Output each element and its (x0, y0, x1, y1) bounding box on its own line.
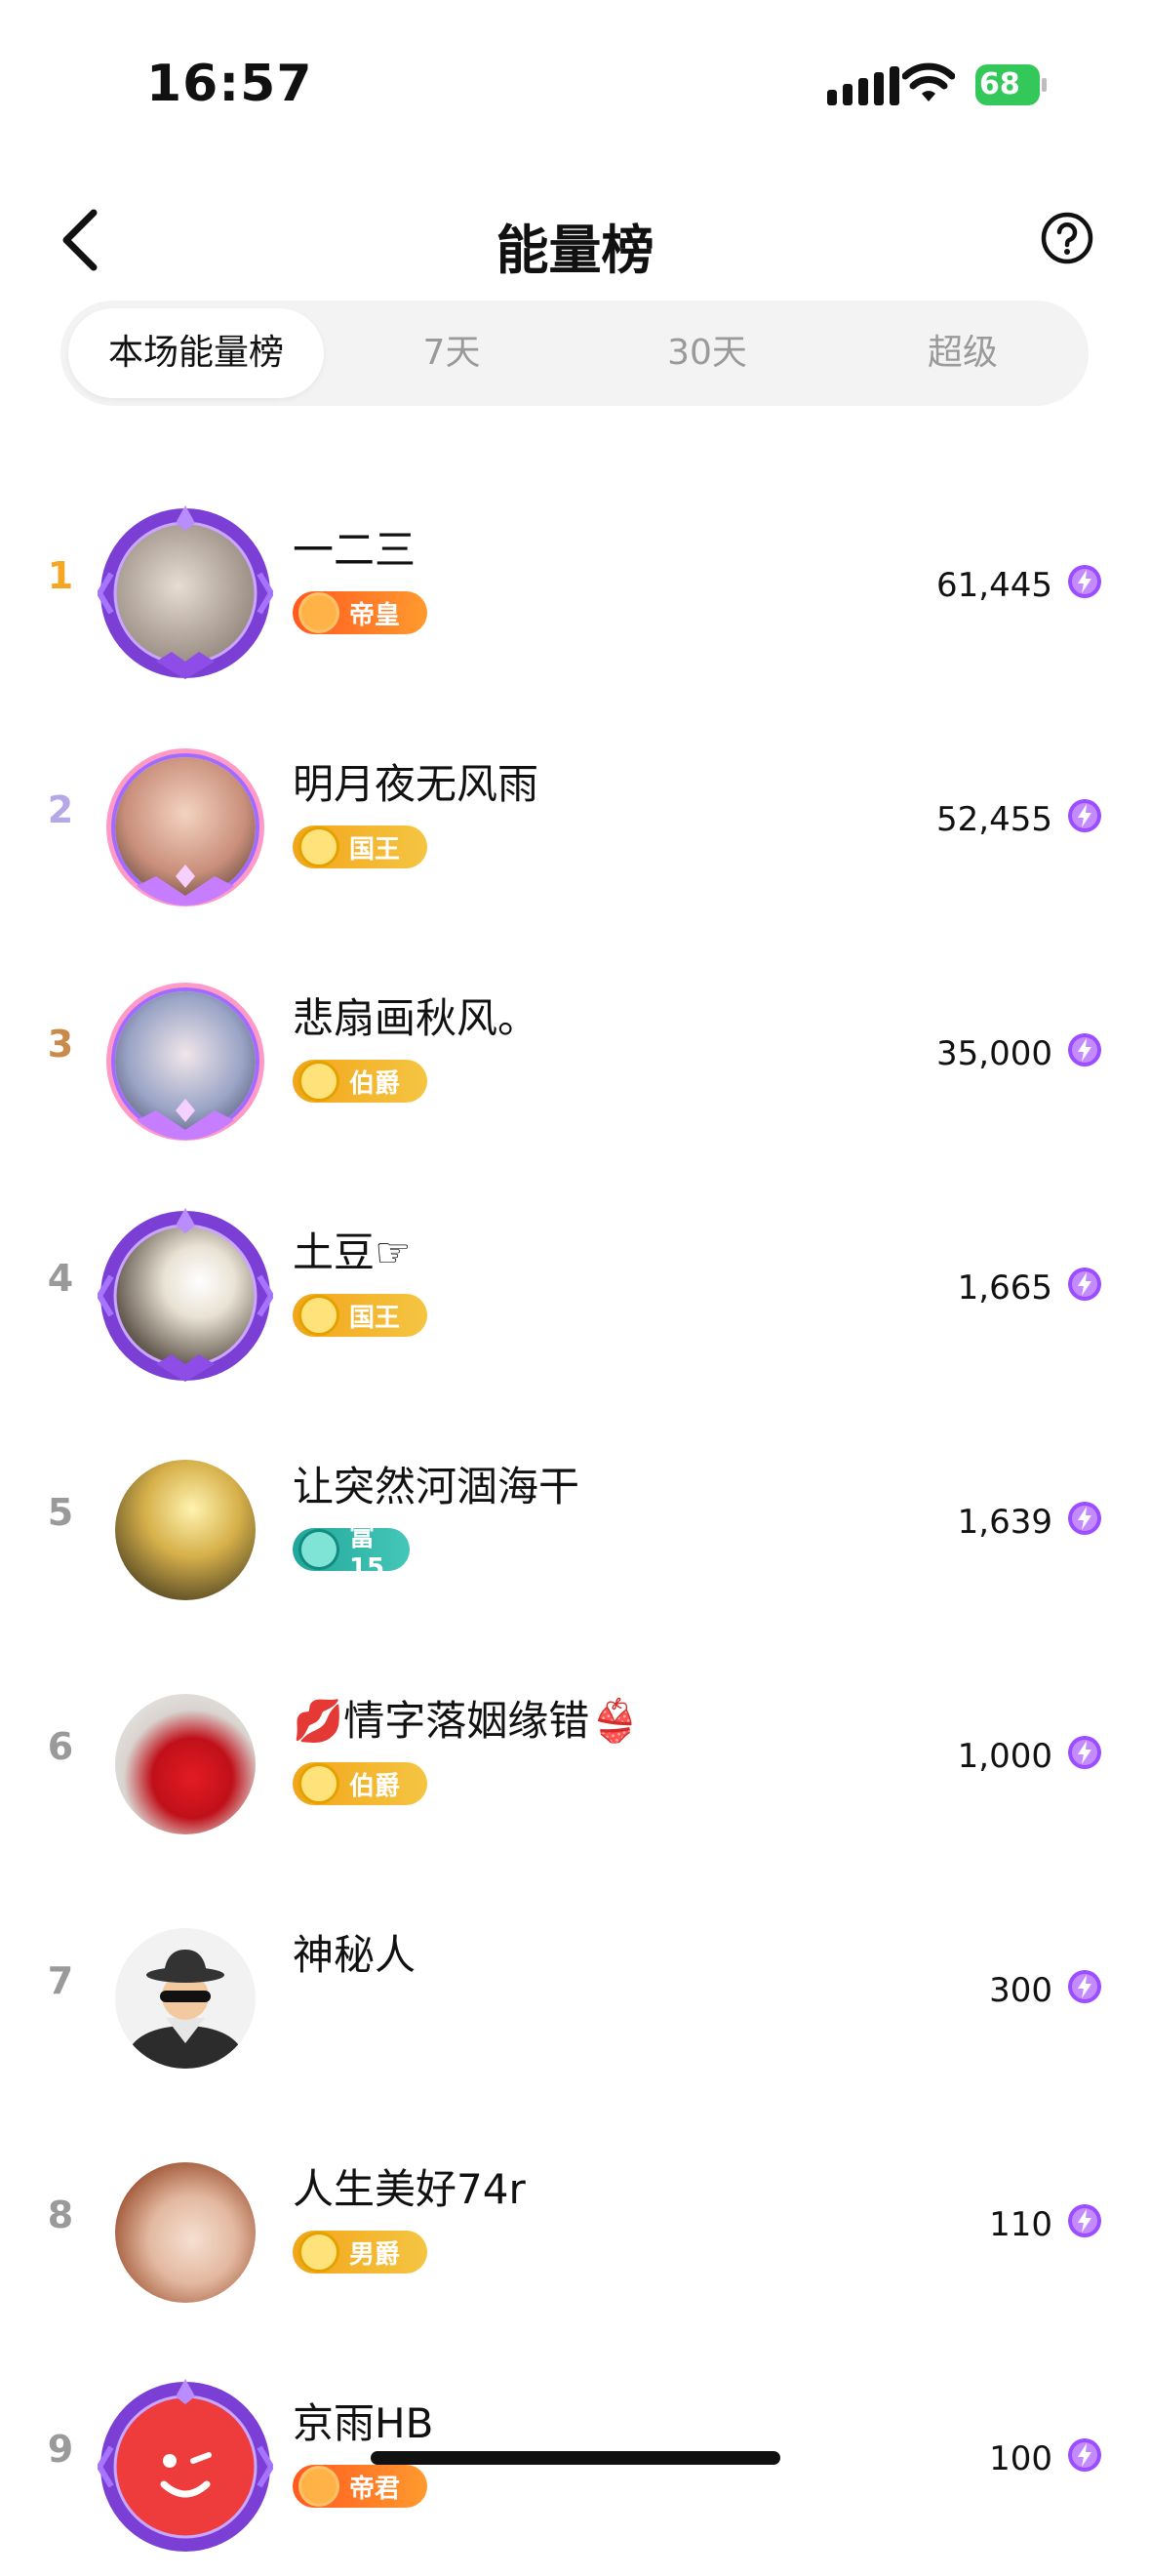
rank-number: 8 (47, 2194, 74, 2236)
username: 人生美好74r (293, 2165, 526, 2213)
username: 让突然河涸海干 (293, 1463, 580, 1510)
page-title: 能量榜 (496, 220, 654, 281)
list-item[interactable]: 1 一二三 帝皇 61,445 (0, 468, 1150, 703)
crown-gem-icon (298, 592, 339, 633)
username: 土豆☞ (293, 1228, 412, 1276)
status-time: 16:57 (146, 55, 313, 113)
rank-number: 6 (47, 1725, 74, 1768)
level-badge: 富15 (293, 1523, 410, 1583)
energy-score: 300 (989, 1971, 1052, 2010)
energy-bolt-icon (1068, 1502, 1101, 1535)
level-badge: 伯爵 (293, 1762, 427, 1805)
avatar[interactable] (98, 740, 273, 915)
avatar[interactable] (98, 2379, 273, 2555)
avatar[interactable] (98, 2145, 273, 2320)
diamond-gem-icon (298, 826, 339, 867)
username: 悲扇画秋风。 (293, 994, 539, 1042)
rank-number: 4 (47, 1257, 74, 1300)
battery-level: 68 (979, 67, 1020, 101)
energy-bolt-icon (1068, 1033, 1101, 1067)
list-item[interactable]: 5 让突然河涸海干 富15 1,639 (0, 1405, 1150, 1639)
username: 一二三 (293, 526, 416, 574)
energy-score: 100 (989, 2439, 1052, 2478)
avatar[interactable] (98, 1442, 273, 1618)
list-item[interactable]: 8 人生美好74r 男爵 110 (0, 2108, 1150, 2342)
tab-30-days[interactable]: 30天 (579, 308, 835, 398)
rank-number: 1 (47, 554, 74, 597)
level-badge: 男爵 (293, 2231, 427, 2274)
username: 💋情字落姻缘错👙 (293, 1697, 641, 1745)
username: 京雨HB (293, 2399, 434, 2447)
avatar-frame-icon (106, 983, 264, 1141)
avatar[interactable] (98, 1911, 273, 2086)
wealth-gem-icon (298, 1529, 339, 1570)
energy-bolt-icon (1068, 1268, 1101, 1301)
tab-7-days[interactable]: 7天 (324, 308, 579, 398)
level-badge: 伯爵 (293, 1060, 427, 1103)
energy-bolt-icon (1068, 565, 1101, 598)
energy-bolt-icon (1068, 1970, 1101, 2003)
home-indicator[interactable] (371, 2451, 780, 2465)
crown-gem-icon (298, 2466, 339, 2507)
diamond-gem-icon (298, 2232, 339, 2273)
cellular-signal-icon (827, 66, 899, 105)
list-item[interactable]: 4 土豆☞ 国王 1,665 (0, 1171, 1150, 1405)
avatar[interactable] (98, 1676, 273, 1852)
list-item[interactable]: 7 神秘人 300 (0, 1873, 1150, 2108)
rank-number: 7 (47, 1959, 74, 2002)
energy-score: 52,455 (936, 800, 1052, 839)
avatar[interactable] (98, 974, 273, 1149)
list-item[interactable]: 6 💋情字落姻缘错👙 伯爵 1,000 (0, 1639, 1150, 1873)
energy-score: 1,000 (957, 1737, 1052, 1776)
level-badge: 国王 (293, 825, 427, 868)
energy-bolt-icon (1068, 1736, 1101, 1769)
username: 神秘人 (293, 1931, 416, 1979)
rank-number: 3 (47, 1023, 74, 1066)
energy-score: 110 (989, 2205, 1052, 2244)
ranking-tabs: 本场能量榜 7天 30天 超级 (60, 301, 1089, 406)
rank-number: 9 (47, 2428, 74, 2471)
list-item[interactable]: 3 悲扇画秋风。 伯爵 35,000 (0, 937, 1150, 1171)
avatar-frame-icon (98, 2379, 273, 2552)
header: 能量榜 (0, 185, 1150, 293)
rank-number: 5 (47, 1491, 74, 1534)
level-badge: 帝君 (293, 2465, 427, 2508)
energy-score: 1,665 (957, 1268, 1052, 1308)
avatar[interactable] (98, 505, 273, 681)
status-bar: 16:57 68 (0, 0, 1150, 166)
avatar[interactable] (98, 1208, 273, 1384)
help-button[interactable] (1040, 211, 1094, 265)
energy-bolt-icon (1068, 2438, 1101, 2472)
wifi-icon (902, 62, 955, 101)
diamond-gem-icon (298, 1295, 339, 1336)
energy-bolt-icon (1068, 799, 1101, 832)
level-badge: 帝皇 (293, 591, 427, 634)
battery-icon: 68 (975, 64, 1047, 105)
tab-super[interactable]: 超级 (835, 308, 1091, 398)
diamond-gem-icon (298, 1763, 339, 1804)
energy-score: 61,445 (936, 566, 1052, 605)
avatar-frame-icon (106, 748, 264, 906)
list-item[interactable]: 2 明月夜无风雨 国王 52,455 (0, 703, 1150, 937)
rank-number: 2 (47, 788, 74, 831)
username: 明月夜无风雨 (293, 760, 539, 808)
energy-bolt-icon (1068, 2204, 1101, 2237)
energy-score: 35,000 (936, 1034, 1052, 1073)
diamond-gem-icon (298, 1061, 339, 1102)
level-badge: 国王 (293, 1294, 427, 1337)
anonymous-user-icon (129, 1950, 242, 2069)
avatar-frame-icon (98, 505, 273, 679)
energy-score: 1,639 (957, 1503, 1052, 1542)
avatar-frame-icon (98, 1208, 273, 1382)
tab-current-session[interactable]: 本场能量榜 (68, 308, 324, 398)
